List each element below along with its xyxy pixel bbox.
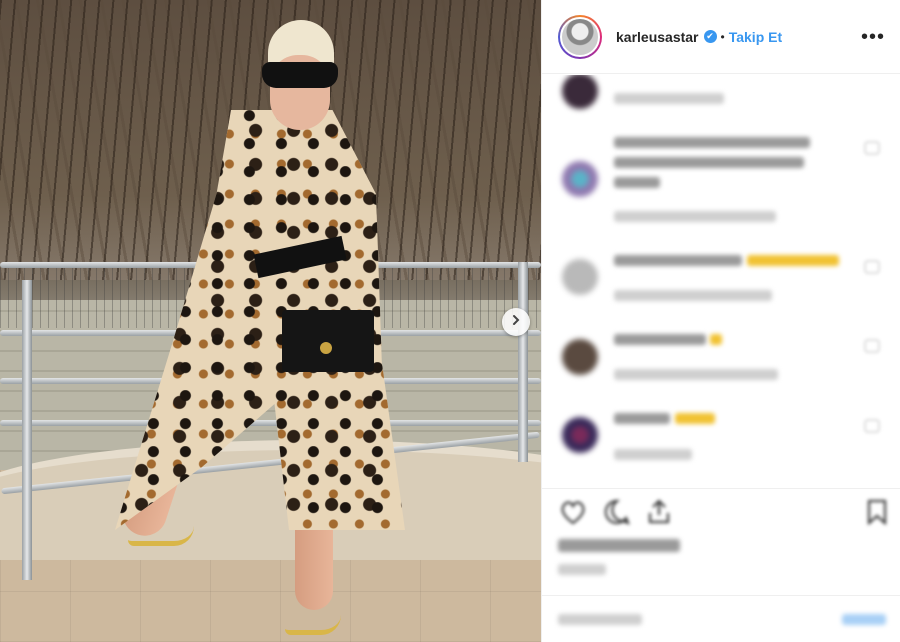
heart-icon[interactable] — [864, 339, 880, 353]
comment-meta — [614, 211, 776, 222]
avatar[interactable] — [562, 259, 598, 295]
comment-emoji — [747, 255, 839, 266]
heart-icon[interactable] — [864, 419, 880, 433]
chevron-right-icon — [510, 313, 522, 331]
comment-input[interactable] — [558, 614, 642, 625]
heart-icon[interactable] — [558, 497, 588, 527]
comment-meta — [614, 369, 778, 380]
follow-button[interactable]: Takip Et — [729, 29, 782, 45]
railing-post — [22, 280, 32, 580]
comment-text — [614, 177, 660, 188]
comment-emoji — [675, 413, 715, 424]
post-date — [558, 564, 606, 575]
username[interactable]: karleusastar — [616, 29, 699, 45]
bookmark-icon[interactable] — [862, 497, 892, 527]
comment-meta — [614, 93, 724, 104]
sandal — [128, 520, 194, 546]
avatar[interactable] — [562, 161, 598, 197]
verified-badge-icon: ✔ — [703, 30, 717, 43]
post-side-panel: karleusastar ✔ • Takip Et ••• — [541, 0, 900, 642]
comment-text — [614, 157, 804, 168]
avatar[interactable] — [562, 417, 598, 453]
more-options-icon[interactable]: ••• — [861, 27, 885, 47]
heart-icon[interactable] — [864, 141, 880, 155]
comment-emoji — [710, 334, 722, 345]
avatar[interactable] — [562, 75, 598, 109]
sandal — [285, 605, 341, 635]
woman-figure — [110, 20, 410, 642]
share-icon[interactable] — [644, 497, 674, 527]
post-photo[interactable] — [0, 0, 541, 642]
sunglasses — [262, 62, 338, 88]
separator-dot: • — [720, 29, 725, 44]
comment-text — [614, 334, 706, 345]
comments-list[interactable] — [542, 75, 900, 487]
comment-meta — [614, 290, 772, 301]
comment-bubble-icon[interactable] — [602, 497, 632, 527]
comment-text — [614, 255, 742, 266]
avatar[interactable] — [558, 14, 602, 59]
add-comment-bar — [542, 595, 900, 642]
post-header: karleusastar ✔ • Takip Et ••• — [542, 0, 900, 74]
comment-text — [614, 137, 810, 148]
railing-post — [518, 262, 528, 462]
next-photo-button[interactable] — [502, 308, 530, 336]
likes-count[interactable] — [558, 539, 680, 552]
post-actions — [542, 488, 900, 642]
post-comment-button[interactable] — [842, 614, 886, 625]
avatar[interactable] — [562, 339, 598, 375]
handbag — [282, 310, 374, 372]
avatar-image — [560, 16, 600, 57]
comment-text — [614, 413, 670, 424]
heart-icon[interactable] — [864, 260, 880, 274]
comment-meta — [614, 449, 692, 460]
